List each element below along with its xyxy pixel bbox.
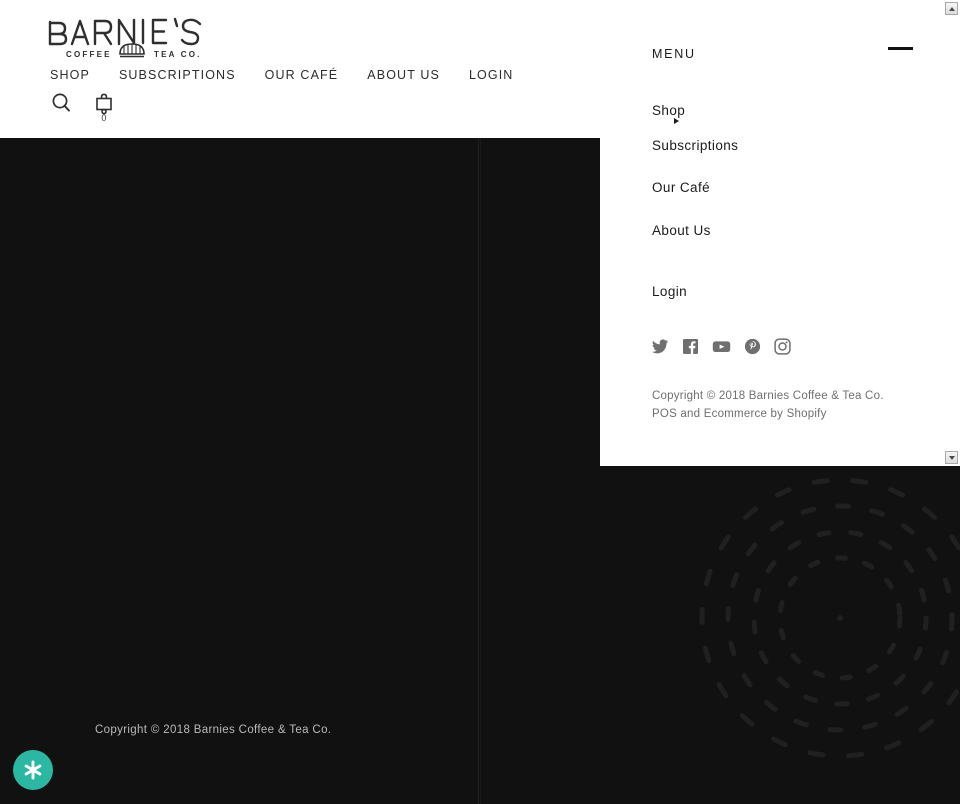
nav-item-shop[interactable]: SHOP: [50, 68, 90, 82]
twitter-icon[interactable]: [651, 338, 669, 355]
search-icon[interactable]: [50, 92, 72, 119]
facebook-icon[interactable]: [682, 338, 699, 355]
page-root: COFFEE TEA CO. SHOP SUBSCRIPTIONS OUR CA…: [0, 0, 960, 804]
pos-link[interactable]: POS: [652, 408, 677, 420]
pos-line-conjunction: and: [676, 407, 704, 420]
header-utility-row: 0: [50, 92, 116, 123]
menu-copyright-line: Copyright © 2018 Barnies Coffee & Tea Co…: [652, 390, 884, 402]
page-footer-copyright: Copyright © 2018 Barnies Coffee & Tea Co…: [95, 724, 332, 736]
dotted-circle-decoration: [680, 458, 960, 778]
cart-button[interactable]: 0: [92, 92, 116, 123]
column-divider: [478, 138, 479, 804]
site-logo[interactable]: COFFEE TEA CO.: [44, 14, 222, 60]
menu-panel-links: Shop Subscriptions Our Café About Us Log…: [652, 104, 922, 299]
menu-item-subscriptions[interactable]: Subscriptions: [652, 138, 922, 153]
menu-panel-legal: Copyright © 2018 Barnies Coffee & Tea Co…: [652, 388, 884, 424]
pinterest-icon[interactable]: [744, 338, 761, 355]
menu-panel-title: MENU: [652, 47, 696, 61]
nav-item-about-us[interactable]: ABOUT US: [367, 68, 440, 82]
menu-item-about-us[interactable]: About Us: [652, 223, 922, 238]
nav-item-our-cafe[interactable]: OUR CAFÉ: [265, 68, 339, 82]
column-divider-secondary: [480, 138, 481, 804]
minus-icon[interactable]: [888, 41, 914, 57]
instagram-icon[interactable]: [774, 338, 791, 355]
menu-item-our-cafe[interactable]: Our Café: [652, 181, 922, 195]
menu-item-shop-label: Shop: [652, 103, 686, 118]
scroll-up-arrow-icon[interactable]: [945, 2, 958, 15]
accessibility-fab-button[interactable]: [13, 750, 53, 790]
svg-text:COFFEE: COFFEE: [66, 50, 112, 59]
scroll-down-glyph: [948, 455, 955, 460]
nav-item-subscriptions[interactable]: SUBSCRIPTIONS: [119, 68, 236, 82]
caret-right-icon[interactable]: [674, 118, 679, 124]
asterisk-icon: [22, 759, 44, 781]
svg-text:TEA CO.: TEA CO.: [154, 50, 202, 59]
primary-navigation: SHOP SUBSCRIPTIONS OUR CAFÉ ABOUT US LOG…: [50, 68, 513, 82]
cart-count-badge: 0: [101, 113, 107, 123]
menu-item-shop[interactable]: Shop: [652, 103, 922, 124]
menu-pos-line: POS and Ecommerce by Shopify: [652, 406, 884, 424]
menu-item-login[interactable]: Login: [652, 285, 922, 299]
scroll-up-glyph: [948, 6, 955, 11]
social-links: [651, 338, 791, 355]
minus-icon-bar: [888, 47, 913, 50]
youtube-icon[interactable]: [712, 338, 731, 355]
scroll-down-arrow-icon[interactable]: [945, 451, 958, 464]
nav-item-login[interactable]: LOGIN: [469, 68, 514, 82]
site-header: COFFEE TEA CO. SHOP SUBSCRIPTIONS OUR CA…: [0, 0, 600, 138]
slideout-menu-panel: MENU Shop Subscriptions Our Café About U…: [600, 0, 960, 466]
ecommerce-shopify-link[interactable]: Ecommerce by Shopify: [704, 408, 827, 420]
